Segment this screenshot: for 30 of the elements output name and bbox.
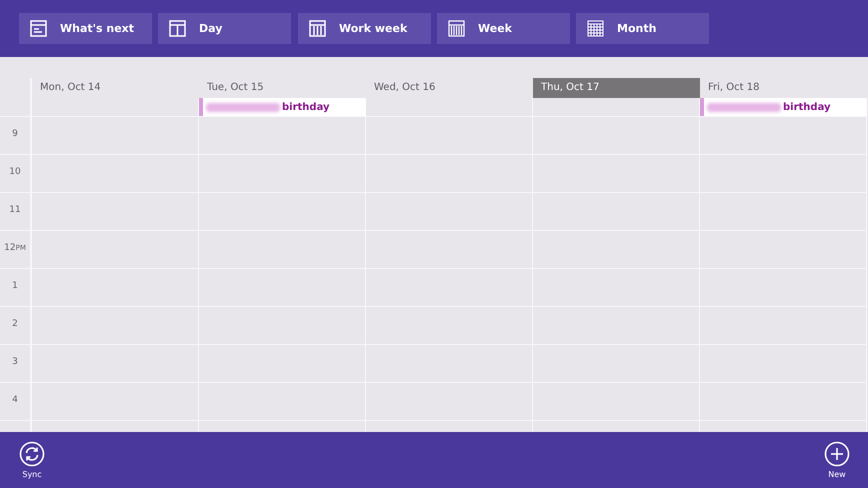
view-button[interactable]: What's next <box>19 13 152 44</box>
work-week-icon <box>309 20 326 37</box>
all-day-event[interactable]: birthday <box>700 98 867 116</box>
hour-label: 9 <box>0 117 32 155</box>
week-view-icon <box>448 20 465 37</box>
event-title: birthday <box>282 102 330 112</box>
add-icon <box>824 441 850 467</box>
hour-label: 10 <box>0 155 32 193</box>
hour-label: 1 <box>0 269 32 307</box>
day-header[interactable]: Mon, Oct 14 <box>32 78 199 98</box>
hour-label: 2 <box>0 307 32 345</box>
day-header[interactable]: Fri, Oct 18 <box>700 78 867 98</box>
sync-icon <box>19 441 45 467</box>
view-button[interactable]: Week <box>437 13 570 44</box>
month-grid-icon <box>587 20 604 37</box>
day-header[interactable]: Wed, Oct 16 <box>366 78 533 98</box>
all-day-event[interactable]: birthday <box>199 98 366 116</box>
view-button[interactable]: Work week <box>298 13 431 44</box>
day-header[interactable]: Tue, Oct 15 <box>199 78 366 98</box>
view-button[interactable]: Day <box>158 13 291 44</box>
agenda-icon <box>30 20 47 37</box>
view-button[interactable]: Month <box>576 13 709 44</box>
day-view-icon <box>169 20 186 37</box>
hour-label: 11 <box>0 193 32 231</box>
event-title: birthday <box>783 102 831 112</box>
new-button[interactable]: New <box>824 441 850 481</box>
day-header[interactable]: Thu, Oct 17 <box>533 78 700 98</box>
hour-label: 3 <box>0 345 32 383</box>
sync-button[interactable]: Sync <box>19 441 45 481</box>
hour-label: 4 <box>0 383 32 421</box>
